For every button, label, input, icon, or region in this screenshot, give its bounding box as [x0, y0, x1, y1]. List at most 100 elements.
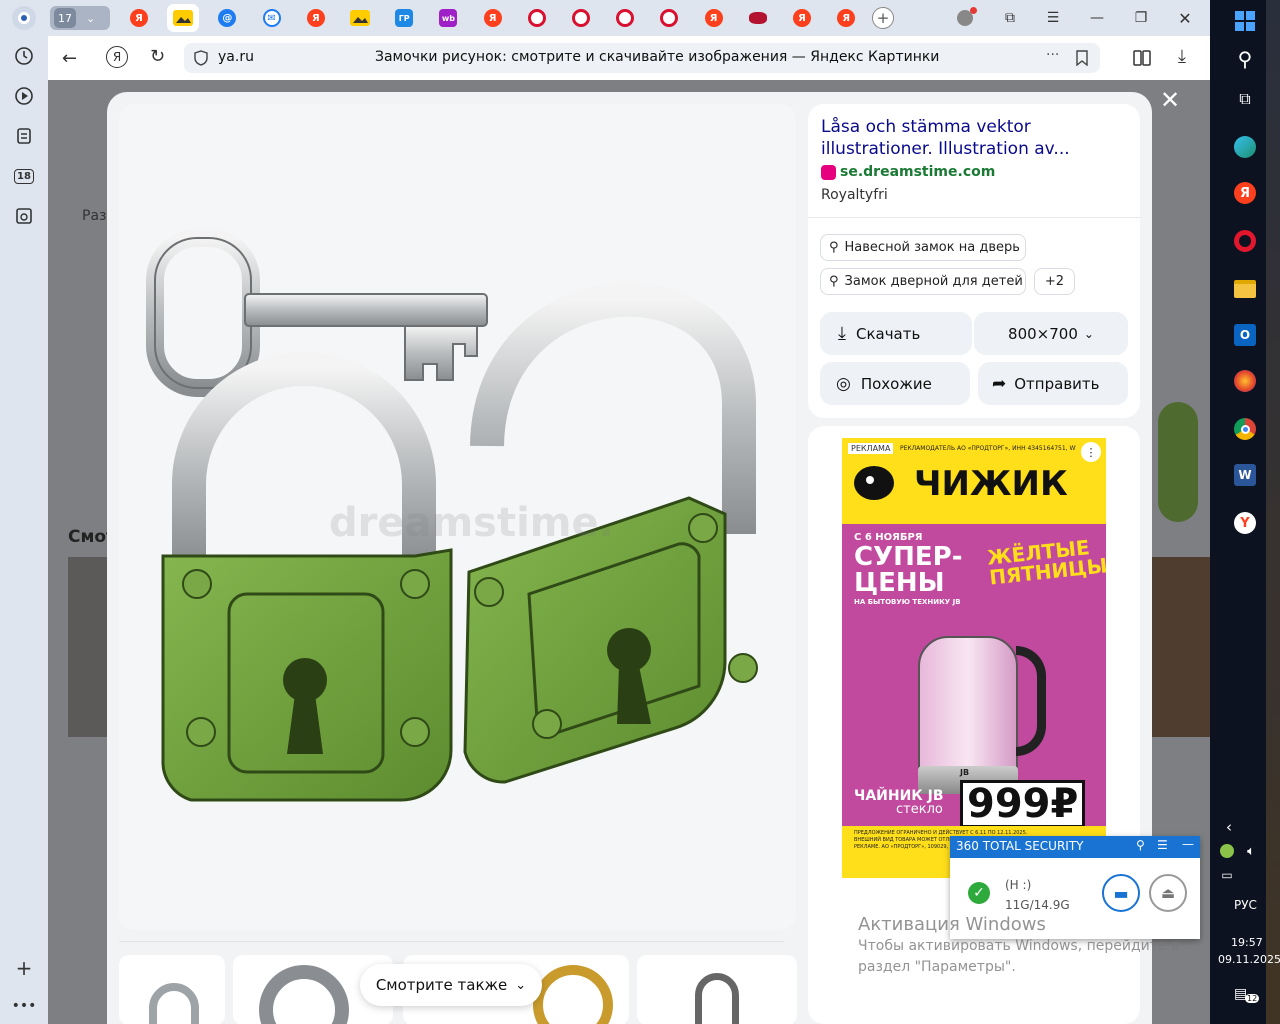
- omnibox[interactable]: ya.ru Замочки рисунок: смотрите и скачив…: [184, 43, 1100, 73]
- see-also-button[interactable]: Смотрите также ⌄: [360, 964, 542, 1006]
- bg-thumbnail: [1152, 557, 1210, 737]
- reading-list-icon[interactable]: [1132, 48, 1152, 72]
- minimize-icon[interactable]: —: [1084, 6, 1110, 30]
- kettle-image: JB: [908, 616, 1048, 796]
- tab-bar: 17 ⌄ Я @ ✉ Я ГР wb Я Я Я Я + ⧉ ☰ — ❐ ✕: [0, 0, 1210, 36]
- new-tab-button[interactable]: +: [870, 6, 896, 30]
- browser-tab[interactable]: wb: [432, 4, 464, 32]
- browser-tab[interactable]: [742, 4, 774, 32]
- source-domain-link[interactable]: se.dreamstime.com: [840, 164, 995, 180]
- notifications-icon[interactable]: ▤ 12: [1234, 986, 1260, 1004]
- screenshot-icon[interactable]: [12, 204, 36, 228]
- browser-sidebar: 18 + •••: [0, 36, 48, 1024]
- record-tab-icon: [616, 9, 635, 27]
- network-icon[interactable]: ▭: [1212, 860, 1242, 890]
- back-arrow-icon[interactable]: ←: [62, 48, 77, 69]
- divider: [119, 941, 784, 942]
- search-suggestion-chip[interactable]: ⚲ Навесной замок на дверь: [820, 234, 1026, 261]
- browser-tab[interactable]: @: [211, 4, 243, 32]
- more-dots-icon[interactable]: ···: [1046, 47, 1059, 63]
- chevron-down-icon: ⌄: [1083, 326, 1094, 341]
- browser-tab[interactable]: [521, 4, 553, 32]
- browser-menu-icon[interactable]: [12, 6, 36, 30]
- search-icon[interactable]: ⚲: [1136, 838, 1145, 852]
- play-icon[interactable]: [12, 84, 36, 108]
- browser-tab[interactable]: Я: [786, 4, 818, 32]
- mail-at-tab-icon: @: [218, 9, 237, 27]
- language-indicator[interactable]: РУС: [1234, 898, 1257, 912]
- search-suggestion-chip[interactable]: ⚲ Замок дверной для детей: [820, 268, 1026, 295]
- menu-icon[interactable]: ☰: [1040, 6, 1066, 30]
- yandex-browser-icon[interactable]: Я: [1230, 178, 1260, 208]
- open-folder-icon[interactable]: ▬: [1102, 874, 1140, 912]
- word-icon[interactable]: W: [1230, 460, 1260, 490]
- browser-tab[interactable]: Я: [123, 4, 155, 32]
- ad-tag: РЕКЛАМА: [848, 443, 894, 454]
- outlook-icon[interactable]: O: [1230, 320, 1260, 350]
- browser-tab[interactable]: ГР: [388, 4, 420, 32]
- download-button[interactable]: ⤓ Скачать: [820, 312, 972, 355]
- search-icon: ⚲: [829, 274, 839, 289]
- browser-tab[interactable]: [609, 4, 641, 32]
- browser-tab[interactable]: Я: [477, 4, 509, 32]
- gosuslugi-tab-icon: ГР: [395, 9, 414, 27]
- restore-icon[interactable]: ❐: [1128, 6, 1154, 30]
- see-also-strip: Смотрите также ⌄: [107, 940, 797, 1024]
- clock-time[interactable]: 19:57: [1231, 936, 1263, 949]
- ad-banner[interactable]: РЕКЛАМА РЕКЛАМОДАТЕЛЬ АО «ПРОДТОРГ», ИНН…: [842, 438, 1106, 878]
- see-also-thumbnail[interactable]: [119, 955, 225, 1024]
- chrome-icon[interactable]: [1230, 414, 1260, 444]
- see-also-thumbnail[interactable]: [637, 955, 797, 1024]
- clock-date[interactable]: 09.11.2025: [1218, 953, 1280, 966]
- browser-tab[interactable]: [565, 4, 597, 32]
- desktop-strip: [1266, 0, 1280, 1024]
- notes-icon[interactable]: [12, 124, 36, 148]
- close-window-icon[interactable]: ✕: [1172, 6, 1198, 30]
- add-sidebar-icon[interactable]: +: [12, 956, 36, 980]
- page-title-text: Замочки рисунок: смотрите и скачивайте и…: [375, 49, 940, 65]
- menu-icon[interactable]: ☰: [1157, 838, 1168, 852]
- file-explorer-icon[interactable]: [1230, 274, 1260, 304]
- drive-label: (H :): [1005, 878, 1032, 892]
- profile-icon[interactable]: [952, 6, 978, 30]
- eject-icon[interactable]: ⏏: [1149, 874, 1187, 912]
- history-icon[interactable]: [12, 44, 36, 68]
- shield-icon: [194, 50, 208, 70]
- start-icon[interactable]: [1230, 6, 1260, 36]
- task-view-icon[interactable]: ⧉: [1230, 84, 1260, 114]
- url-text: ya.ru: [218, 49, 254, 65]
- download-icon[interactable]: ⤓: [1178, 46, 1186, 67]
- dreamstime-logo-icon: [821, 165, 836, 180]
- browser-tab[interactable]: ✉: [256, 4, 288, 32]
- age-18-icon[interactable]: 18: [12, 164, 36, 188]
- browser-tab[interactable]: Я: [830, 4, 862, 32]
- browser-tab[interactable]: [167, 4, 200, 32]
- browser-tab[interactable]: Я: [300, 4, 332, 32]
- yandex-app-icon[interactable]: Y: [1230, 508, 1260, 538]
- edge-icon[interactable]: [1230, 132, 1260, 162]
- share-button[interactable]: ➦ Отправить: [978, 362, 1128, 405]
- reload-icon[interactable]: ↻: [150, 46, 165, 67]
- ad-more-icon[interactable]: ⋮: [1081, 442, 1101, 462]
- similar-button[interactable]: ◎ Похожие: [820, 362, 970, 405]
- search-icon[interactable]: ⚲: [1230, 44, 1260, 74]
- minimize-icon[interactable]: —: [1182, 837, 1194, 851]
- source-title-link[interactable]: Låsa och stämma vektor illustrationer. I…: [821, 116, 1071, 160]
- collections-icon[interactable]: ⧉: [997, 6, 1023, 30]
- more-sidebar-icon[interactable]: •••: [12, 994, 37, 1018]
- opera-icon[interactable]: [1230, 226, 1260, 256]
- search-suggestion-chip[interactable]: +2: [1034, 268, 1075, 295]
- yandex-tab-icon: Я: [483, 9, 502, 27]
- firefox-icon[interactable]: [1230, 366, 1260, 396]
- browser-tab[interactable]: [653, 4, 685, 32]
- bookmark-icon[interactable]: [1076, 50, 1088, 70]
- yandex-home-icon[interactable]: Я: [106, 46, 128, 68]
- tab-group[interactable]: 17 ⌄: [50, 6, 110, 30]
- browser-tab[interactable]: [344, 4, 376, 32]
- ad-headline: СУПЕР-ЦЕНЫ: [854, 542, 963, 598]
- size-select[interactable]: 800×700 ⌄: [974, 312, 1128, 355]
- main-image[interactable]: dreamstime.: [119, 104, 796, 930]
- browser-tab[interactable]: Я: [698, 4, 730, 32]
- close-viewer-icon[interactable]: ✕: [1160, 86, 1180, 114]
- license-text: Royaltyfri: [821, 187, 888, 203]
